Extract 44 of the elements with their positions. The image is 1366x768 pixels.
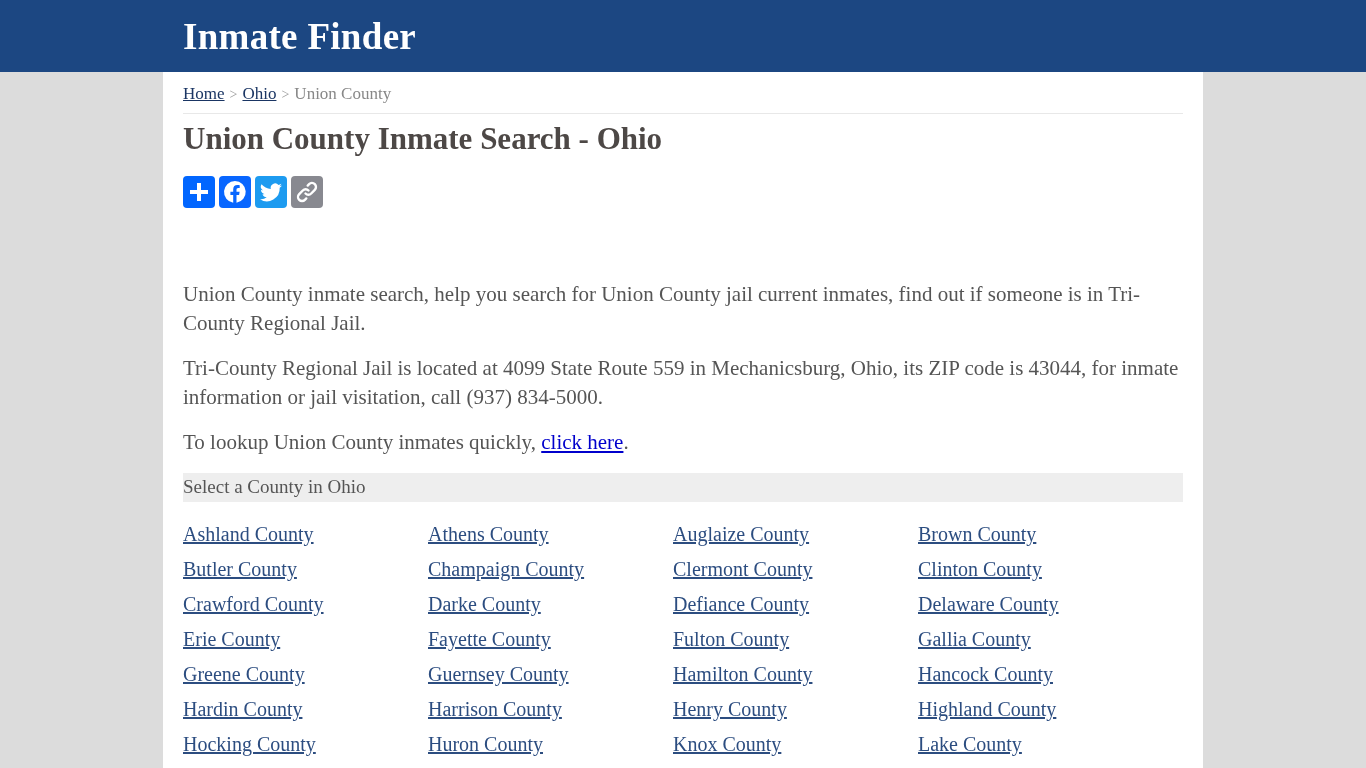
click-here-link[interactable]: click here: [541, 430, 624, 454]
body-paragraph: Tri-County Regional Jail is located at 4099 State Route 559 in Mechanicsburg, Ohio, its ZIP code is 43044, for inmate information or jail visitation, call (937) 834-5000.: [183, 355, 1180, 411]
link-icon[interactable]: [291, 176, 323, 208]
twitter-bird-icon[interactable]: [255, 176, 287, 208]
county-link[interactable]: Gallia County: [918, 628, 1031, 650]
breadcrumb-separator: >: [229, 86, 238, 104]
county-link[interactable]: Hardin County: [183, 698, 303, 720]
county-link[interactable]: Clinton County: [918, 558, 1042, 580]
county-link[interactable]: Hancock County: [918, 663, 1053, 685]
county-link[interactable]: Brown County: [918, 523, 1037, 545]
county-link[interactable]: Defiance County: [673, 593, 810, 615]
county-link[interactable]: Erie County: [183, 628, 281, 650]
county-link[interactable]: Champaign County: [428, 558, 585, 580]
county-link[interactable]: Athens County: [428, 523, 549, 545]
county-link[interactable]: Lake County: [918, 733, 1022, 755]
county-link[interactable]: Clermont County: [673, 558, 813, 580]
breadcrumb-current: Union County: [294, 83, 392, 105]
county-link[interactable]: Huron County: [428, 733, 543, 755]
county-link[interactable]: Guernsey County: [428, 663, 569, 685]
county-link[interactable]: Butler County: [183, 558, 297, 580]
county-link[interactable]: Hocking County: [183, 733, 316, 755]
county-link[interactable]: Knox County: [673, 733, 782, 755]
breadcrumb-link[interactable]: Ohio: [242, 83, 277, 105]
county-link[interactable]: Highland County: [918, 698, 1057, 720]
county-link[interactable]: Harrison County: [428, 698, 562, 720]
county-link[interactable]: Greene County: [183, 663, 305, 685]
county-link[interactable]: Ashland County: [183, 523, 314, 545]
county-link[interactable]: Fayette County: [428, 628, 551, 650]
county-link[interactable]: Delaware County: [918, 593, 1059, 615]
county-link[interactable]: Henry County: [673, 698, 787, 720]
body-paragraph: Union County inmate search, help you search for Union County jail current inmates, find out if someone is in Tri-County Regional Jail.: [183, 281, 1142, 337]
county-link[interactable]: Hamilton County: [673, 663, 813, 685]
site-title[interactable]: Inmate Finder: [183, 17, 1183, 55]
facebook-icon[interactable]: [219, 176, 251, 208]
county-link[interactable]: Auglaize County: [673, 523, 810, 545]
section-title-bar: Select a County in Ohio: [183, 473, 1183, 502]
share-icon[interactable]: [183, 176, 215, 208]
body-paragraph: To lookup Union County inmates quickly, click here.: [183, 429, 630, 456]
county-link[interactable]: Darke County: [428, 593, 541, 615]
page-heading: Union County Inmate Search - Ohio: [183, 122, 664, 156]
breadcrumb-separator: >: [281, 86, 290, 104]
county-link[interactable]: Crawford County: [183, 593, 324, 615]
county-link[interactable]: Fulton County: [673, 628, 790, 650]
breadcrumb-link[interactable]: Home: [183, 83, 225, 105]
